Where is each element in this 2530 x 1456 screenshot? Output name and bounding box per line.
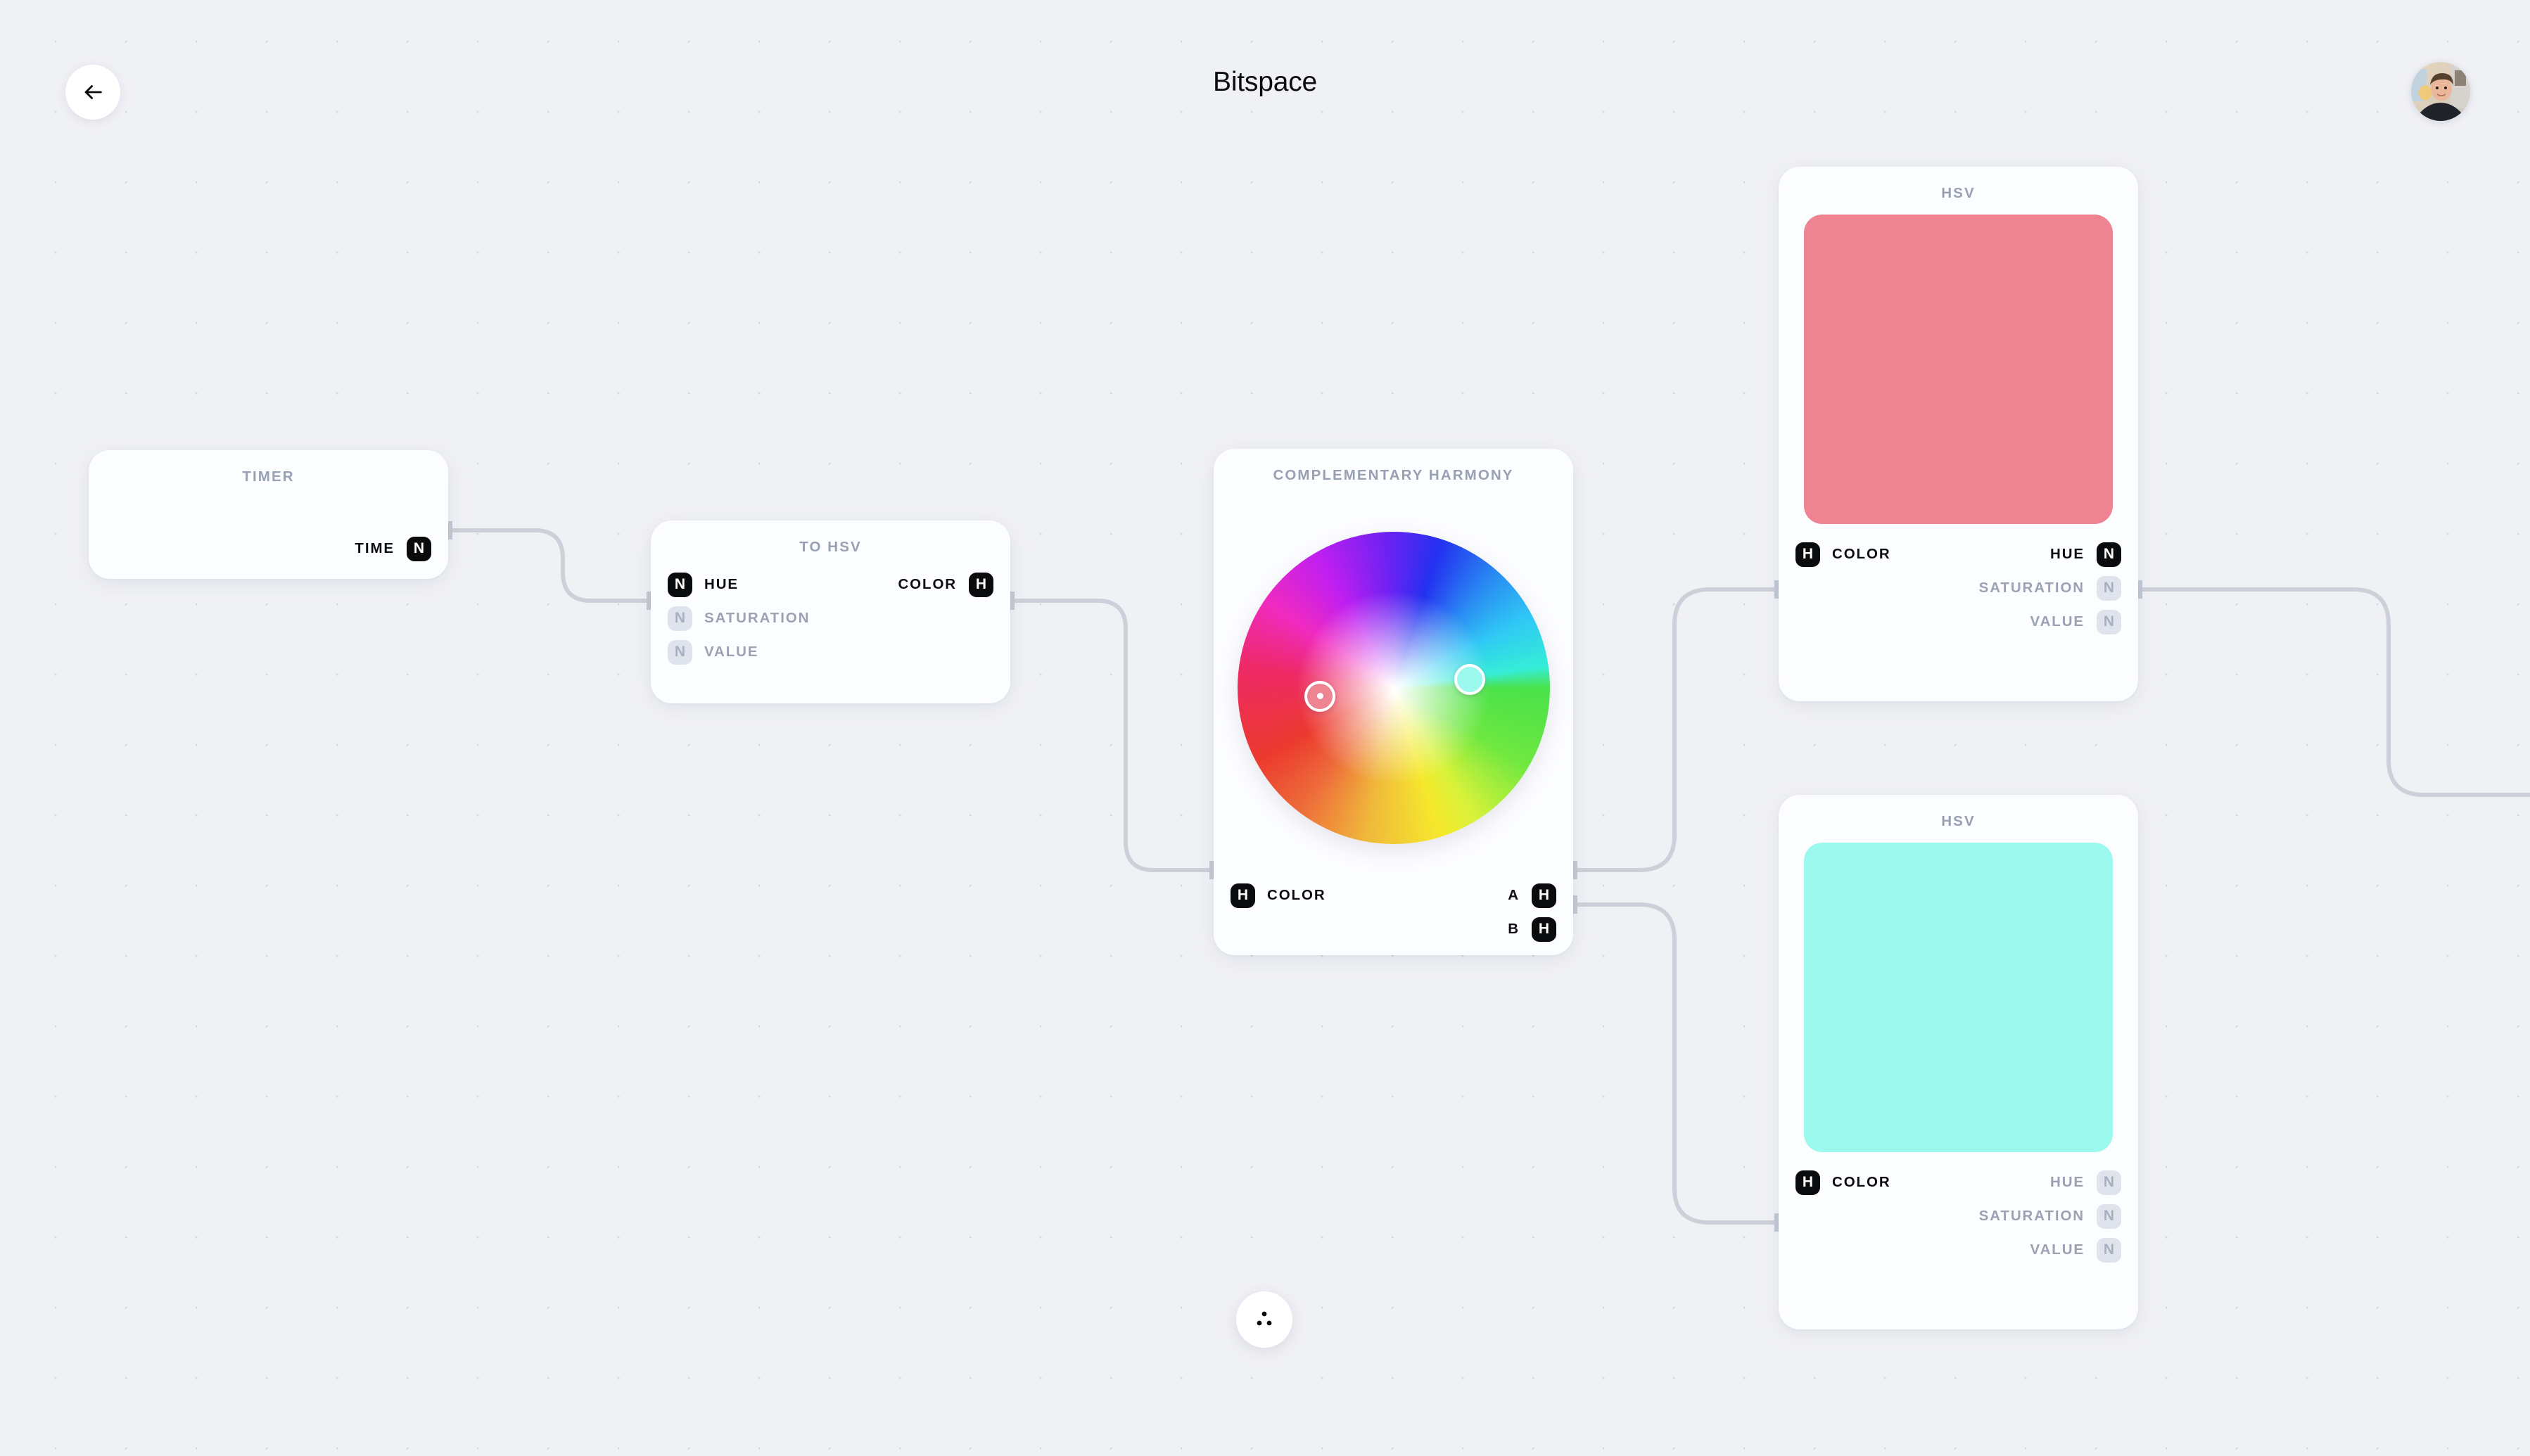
avatar[interactable] [2411,62,2470,121]
port-badge-n[interactable]: N [2097,1203,2121,1229]
port-hue[interactable]: HUE N [2050,542,2121,567]
port-badge-n[interactable]: N [668,606,692,631]
color-wheel-marker-primary[interactable] [1304,680,1336,712]
port-color[interactable]: H COLOR [1231,883,1326,908]
edge-harmony-a-to-hsva-color [1575,587,1776,872]
port-badge-h[interactable]: H [1532,883,1556,908]
port-label: COLOR [1267,887,1326,903]
color-wheel-marker-complement[interactable] [1454,664,1486,696]
port-badge-n[interactable]: N [407,536,431,561]
port-value[interactable]: VALUE N [2030,609,2121,634]
port-hue[interactable]: HUE N [2050,1170,2121,1195]
node-ports: N HUE N SATURATION N VALUE COLOR H [651,572,1010,665]
port-value[interactable]: N VALUE [668,639,810,665]
port-label: VALUE [2030,613,2085,630]
node-hsv-primary[interactable]: HSV H COLOR HUE N SATURATION N VALUE N [1779,167,2138,701]
port-color[interactable]: COLOR H [898,572,993,597]
output-ports: A H B H [1508,883,1556,942]
node-ports: TIME N [89,536,448,561]
port-label: SATURATION [1978,1208,2085,1224]
port-value[interactable]: VALUE N [2030,1237,2121,1263]
input-ports: H COLOR [1795,1170,1891,1195]
page-title: Bitspace [1213,67,1317,97]
node-title: TO HSV [799,539,862,555]
port-badge-n[interactable]: N [668,572,692,597]
add-node-button[interactable] [1236,1291,1292,1348]
port-label: HUE [2050,546,2085,562]
node-title: HSV [1941,813,1976,829]
port-label: SATURATION [1978,580,2085,596]
port-badge-h[interactable]: H [969,572,993,597]
port-badge-n[interactable]: N [668,639,692,665]
input-ports: H COLOR [1795,542,1891,567]
color-wheel[interactable] [1237,532,1550,844]
input-ports: H COLOR [1231,883,1326,908]
node-graph-canvas[interactable]: Bitspace TIMER TIME N TO HSV N HUE N SAT… [0,0,2530,1456]
node-title: TIMER [242,468,295,485]
port-label: VALUE [2030,1241,2085,1258]
output-ports: COLOR H [898,572,993,597]
port-badge-n[interactable]: N [2097,609,2121,634]
port-saturation[interactable]: N SATURATION [668,606,811,631]
three-dots-icon [1249,1304,1280,1335]
port-saturation[interactable]: SATURATION N [1978,1203,2121,1229]
port-label: TIME [355,540,395,556]
port-badge-n[interactable]: N [2097,542,2121,567]
input-ports: N HUE N SATURATION N VALUE [668,572,811,665]
color-swatch [1804,843,2113,1152]
node-ports: H COLOR A H B H [1214,883,1573,942]
port-time[interactable]: TIME N [355,536,431,561]
port-badge-h[interactable]: H [1532,917,1556,942]
node-timer[interactable]: TIMER TIME N [89,450,448,579]
color-wheel-wrap [1214,491,1573,881]
edge-hsva-hue-to-offscreen [2140,587,2530,797]
port-label: COLOR [1832,1174,1891,1190]
port-label: VALUE [704,644,759,660]
port-color[interactable]: H COLOR [1795,1170,1891,1195]
port-label: HUE [704,576,739,592]
port-b[interactable]: B H [1508,917,1556,942]
port-label: A [1508,887,1520,903]
avatar-image [2411,62,2470,121]
node-hsv-complement[interactable]: HSV H COLOR HUE N SATURATION N VALUE N [1779,795,2138,1329]
node-complementary-harmony[interactable]: COMPLEMENTARY HARMONY H COLOR A H B H [1214,449,1573,955]
port-label: HUE [2050,1174,2085,1190]
edge-tohsv-color-to-harmony-color [1012,599,1212,872]
node-title: HSV [1941,185,1976,201]
port-color[interactable]: H COLOR [1795,542,1891,567]
node-title: COMPLEMENTARY HARMONY [1273,467,1514,483]
output-ports: HUE N SATURATION N VALUE N [1979,542,2121,634]
port-a[interactable]: A H [1508,883,1556,908]
edge-timer-time-to-tohsv-hue [450,528,649,603]
port-label: COLOR [1832,546,1891,562]
edge-harmony-b-to-hsvb-color [1575,902,1776,1225]
port-label: COLOR [898,576,957,592]
port-badge-h[interactable]: H [1231,883,1255,908]
port-saturation[interactable]: SATURATION N [1978,575,2121,601]
port-badge-n[interactable]: N [2097,1237,2121,1263]
node-ports: H COLOR HUE N SATURATION N VALUE N [1779,542,2138,634]
node-body [89,492,448,524]
port-badge-n[interactable]: N [2097,575,2121,601]
output-ports: HUE N SATURATION N VALUE N [1978,1170,2121,1263]
port-hue[interactable]: N HUE [668,572,810,597]
port-badge-n[interactable]: N [2097,1170,2121,1195]
port-label: B [1508,921,1520,937]
output-ports: TIME N [355,536,431,561]
color-swatch [1804,215,2113,524]
node-ports: H COLOR HUE N SATURATION N VALUE N [1779,1170,2138,1263]
marker-center-dot [1316,693,1323,700]
node-to-hsv[interactable]: TO HSV N HUE N SATURATION N VALUE COLOR [651,521,1010,703]
port-badge-h[interactable]: H [1795,1170,1820,1195]
port-label: SATURATION [704,610,811,626]
port-badge-h[interactable]: H [1795,542,1820,567]
